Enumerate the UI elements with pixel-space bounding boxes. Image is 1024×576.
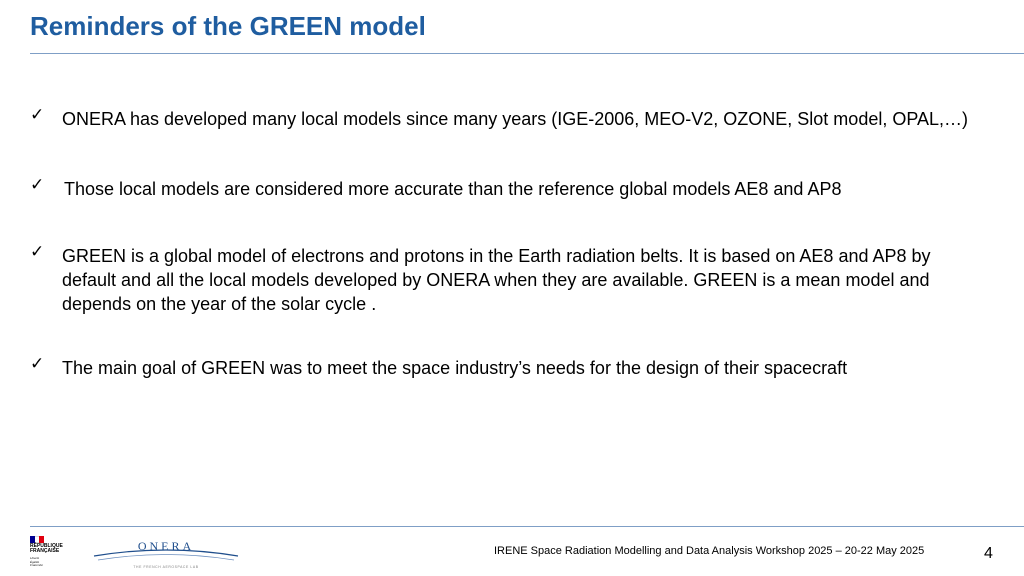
bullet-list: ✓ ONERA has developed many local models …: [0, 0, 1024, 520]
bullet-text: The main goal of GREEN was to meet the s…: [62, 358, 848, 378]
footer-divider: [30, 526, 1024, 527]
french-flag-icon: [30, 536, 45, 543]
bullet-text: GREEN is a global model of electrons and…: [62, 246, 931, 314]
check-mark-icon: ✓: [30, 354, 45, 374]
onera-wordmark: ONERA: [138, 539, 194, 553]
check-mark-icon: ✓: [30, 105, 45, 125]
onera-logo-arc-inner: [97, 554, 235, 561]
page-number: 4: [984, 545, 993, 562]
check-mark-icon: ✓: [30, 175, 45, 195]
republique-francaise-logo: RÉPUBLIQUE FRANÇAISE Liberté Égalité Fra…: [30, 536, 74, 570]
onera-tagline: THE FRENCH AEROSPACE LAB: [133, 565, 198, 569]
bullet-text: Those local models are considered more a…: [64, 179, 842, 199]
check-mark-icon: ✓: [30, 242, 45, 262]
footer-event-text: IRENE Space Radiation Modelling and Data…: [494, 545, 925, 557]
republique-motto: Liberté Égalité Fraternité: [30, 556, 43, 567]
onera-logo: ONERA THE FRENCH AEROSPACE LAB: [93, 539, 239, 569]
republique-francaise-text: RÉPUBLIQUE FRANÇAISE: [30, 543, 63, 554]
bullet-text: ONERA has developed many local models si…: [62, 109, 969, 129]
